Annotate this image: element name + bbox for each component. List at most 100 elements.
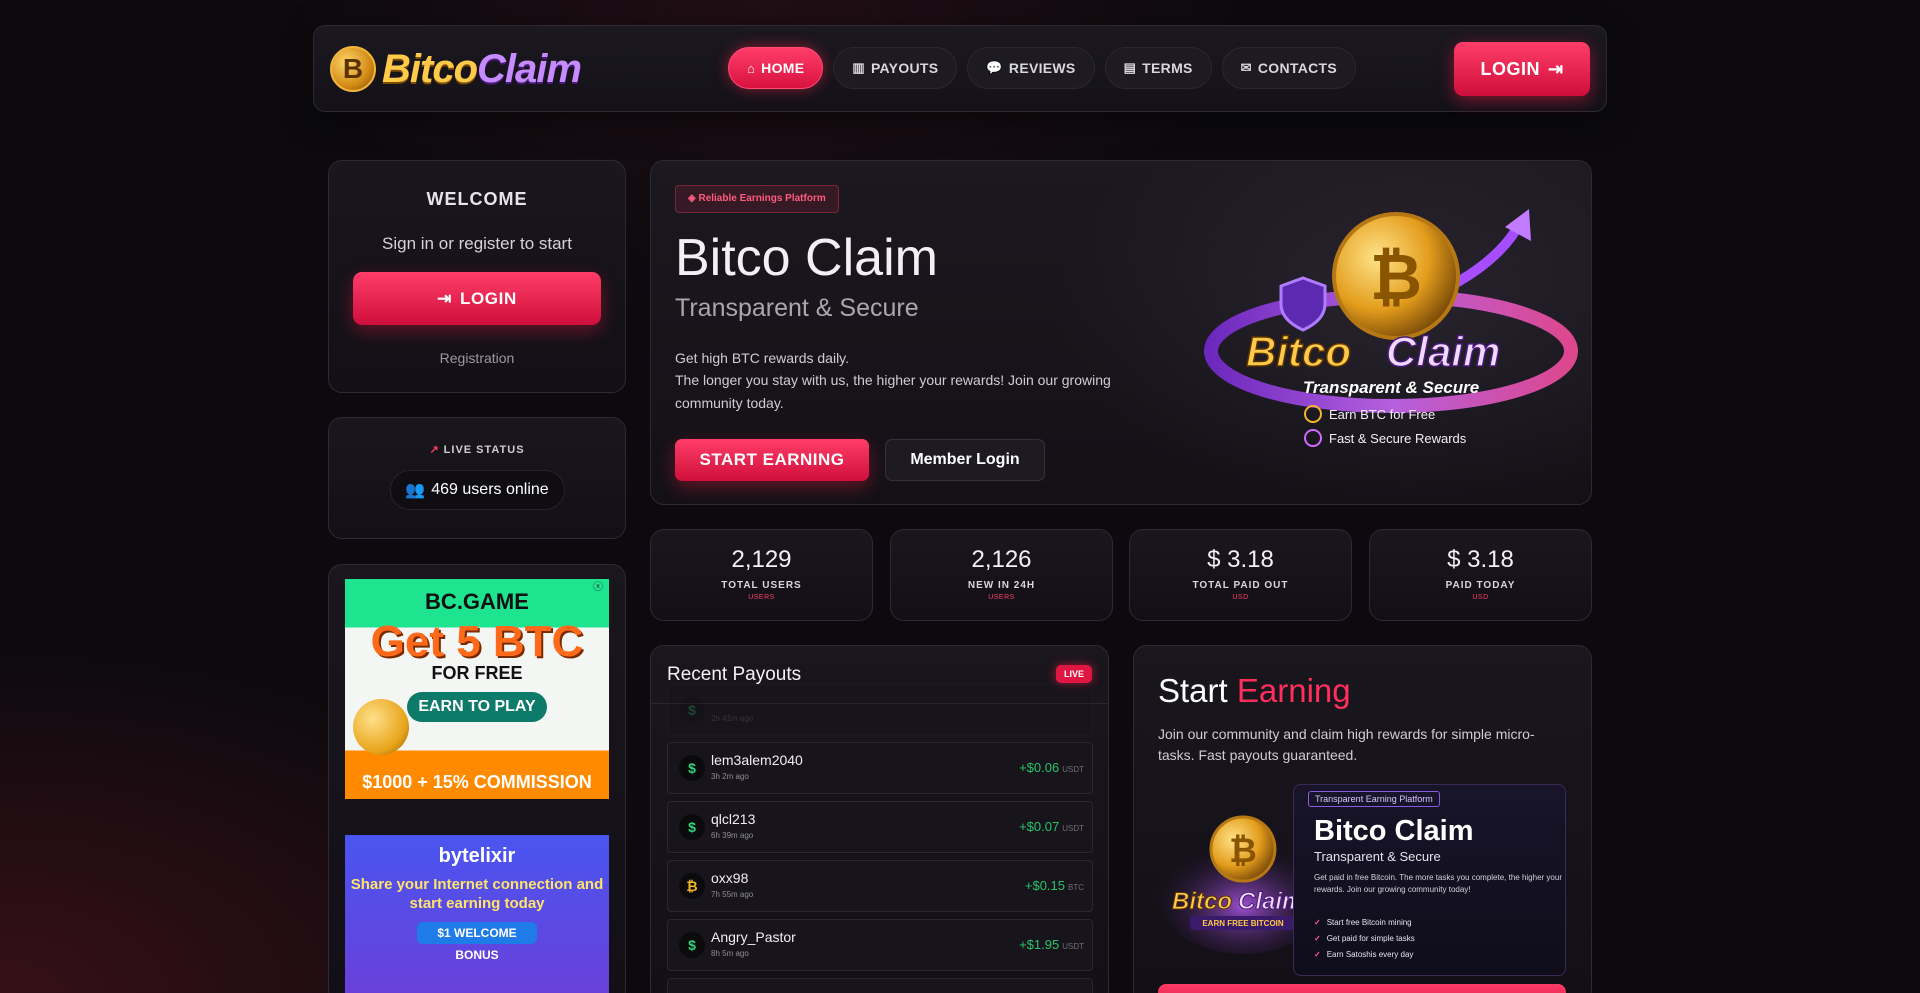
art-tagline: Transparent & Secure (1303, 378, 1479, 397)
stat-unit: USD (1232, 594, 1249, 601)
payout-time: 3h 2m ago (711, 772, 749, 781)
recent-payouts-card: Recent Payouts LIVE $ 2h 41m ago $ lem3a… (650, 645, 1109, 993)
dollar-icon: $ (679, 932, 705, 958)
nav-label: TERMS (1142, 60, 1193, 76)
platform-badge: ◈ Reliable Earnings Platform (675, 185, 839, 213)
users-online-text: 469 users online (431, 481, 549, 498)
live-badge: LIVE (1055, 665, 1092, 683)
ad-headline: Get 5 BTC (370, 617, 584, 666)
svg-text:₿: ₿ (1229, 832, 1257, 870)
bitcoin-coin-icon (353, 699, 409, 755)
art-title-claim: Claim (1386, 328, 1500, 375)
ad-brand: bytelixir (438, 845, 516, 867)
art-title-bitco: Bitco (1246, 328, 1351, 375)
nav-contacts[interactable]: ✉ CONTACTS (1221, 47, 1357, 89)
member-login-button[interactable]: Member Login (885, 439, 1045, 481)
promo-box: Transparent Earning Platform Bitco Claim… (1293, 784, 1566, 976)
payout-row: ₿ oxx98 7h 55m ago +$0.15 BTC (667, 860, 1093, 912)
stat-label: PAID TODAY (1445, 580, 1516, 591)
welcome-title: WELCOME (426, 189, 528, 209)
ad-footer: $1000 + 15% COMMISSION (362, 772, 592, 792)
ads-card: ⓧ BC.GAME Get 5 BTC FOR FREE EARN TO PLA… (328, 564, 626, 993)
svg-text:₿: ₿ (1370, 241, 1422, 313)
shield-icon: ◈ (688, 193, 699, 204)
start-earning-button[interactable]: START EARNING (675, 439, 869, 481)
nav-label: PAYOUTS (870, 60, 939, 76)
stat-paid-today: $ 3.18 PAID TODAY USD (1369, 529, 1592, 621)
payout-time: 8h 5m ago (711, 949, 749, 958)
payout-amount: +$1.95 USDT (1019, 937, 1084, 952)
promo-checklist: Start free Bitcoin mining Get paid for s… (1314, 915, 1415, 963)
ad-cta[interactable]: EARN TO PLAY (407, 691, 547, 722)
ad-brand: BC.GAME (425, 589, 529, 614)
payout-row: $ qlcl213 6h 39m ago +$0.07 USDT (667, 801, 1093, 853)
stat-new-24h: 2,126 NEW IN 24H USERS (890, 529, 1113, 621)
stat-unit: USD (1472, 594, 1489, 601)
hero-description: Get high BTC rewards daily. The longer yo… (675, 350, 1111, 411)
live-status-label: ↗ LIVE STATUS (429, 444, 525, 456)
ad-banner-bcgame[interactable]: ⓧ BC.GAME Get 5 BTC FOR FREE EARN TO PLA… (345, 579, 609, 799)
payout-time: 7h 55m ago (711, 890, 754, 899)
hero-illustration: ₿ Bitco Claim Transparent & Secure Earn … (1204, 209, 1578, 447)
stat-total-paid-out: $ 3.18 TOTAL PAID OUT USD (1129, 529, 1352, 621)
payout-row: $ Angry_Pastor 8h 5m ago +$1.95 USDT (667, 919, 1093, 971)
nav-label: CONTACTS (1257, 60, 1338, 76)
hero-title: Bitco Claim (675, 229, 938, 287)
stat-unit: USERS (748, 594, 775, 601)
nav-terms[interactable]: ▤ TERMS (1104, 47, 1212, 89)
hero-subtitle: Transparent & Secure (675, 294, 919, 322)
payouts-title: Recent Payouts (667, 664, 802, 685)
stat-label: TOTAL PAID OUT (1192, 580, 1289, 591)
nav-reviews[interactable]: 💬 REVIEWS (967, 47, 1095, 89)
payout-row (667, 978, 1093, 993)
ad-headline: Share your Internet connection and start… (350, 876, 604, 912)
start-earning-card: Start Earning Join our community and cla… (1133, 645, 1592, 993)
payout-amount: +$0.15 BTC (1024, 878, 1084, 893)
art-bullet-fast: Fast & Secure Rewards (1329, 431, 1467, 446)
stat-label: NEW IN 24H (967, 580, 1036, 591)
users-online-pill: 👥 469 users online (389, 470, 565, 510)
promo-logo-bitco: Bitco (1172, 888, 1232, 915)
hero-card: ◈ Reliable Earnings Platform Bitco Claim… (650, 160, 1592, 505)
logo-text-bitco: Bitco (382, 46, 478, 91)
promo-logo-sub: EARN FREE BITCOIN (1202, 919, 1284, 928)
login-label: LOGIN (1480, 58, 1540, 79)
stat-total-users: 2,129 TOTAL USERS USERS (650, 529, 873, 621)
sign-in-icon: ⇥ (1547, 58, 1564, 79)
stat-label: TOTAL USERS (721, 580, 802, 591)
bar-chart-icon: ▥ (852, 60, 865, 75)
payout-username: Angry_Pastor (711, 929, 796, 945)
nav-home[interactable]: ⌂ HOME (728, 47, 824, 89)
nav-payouts[interactable]: ▥ PAYOUTS (833, 47, 958, 89)
stat-value: $ 3.18 (1207, 546, 1274, 573)
promo-item: Earn Satoshis every day (1314, 947, 1415, 963)
file-icon: ▤ (1123, 60, 1137, 75)
nav-label: HOME (761, 60, 805, 76)
envelope-icon: ✉ (1240, 60, 1252, 75)
earning-description: Join our community and claim high reward… (1158, 726, 1535, 763)
payout-time: 6h 39m ago (711, 831, 754, 840)
users-icon: 👥 (405, 482, 426, 499)
stat-value: 2,126 (971, 546, 1032, 573)
promo-description: Get paid in free Bitcoin. The more tasks… (1314, 873, 1562, 894)
bitcoin-icon: ₿ (679, 873, 705, 899)
login-label: LOGIN (460, 288, 517, 308)
header-login-button[interactable]: LOGIN ⇥ (1454, 42, 1590, 96)
home-icon: ⌂ (747, 60, 756, 76)
site-logo[interactable]: B Bitco Claim (330, 46, 582, 92)
welcome-card: WELCOME Sign in or register to start ⇥ L… (328, 160, 626, 393)
logo-text-claim: Claim (477, 46, 582, 91)
promo-item: Start free Bitcoin mining (1314, 915, 1415, 931)
registration-link[interactable]: Registration (329, 350, 625, 366)
dollar-icon: $ (679, 697, 705, 723)
promo-subtitle: Transparent & Secure (1314, 849, 1441, 864)
dollar-icon: $ (679, 814, 705, 840)
logo-wordmark: Bitco Claim (382, 46, 582, 92)
earning-cta-button[interactable] (1158, 984, 1566, 993)
stat-unit: USERS (988, 594, 1015, 601)
sidebar-login-button[interactable]: ⇥ LOGIN (353, 272, 601, 325)
ad-choices-icon[interactable]: ⓧ (591, 581, 605, 595)
promo-tag: Transparent Earning Platform (1308, 791, 1440, 807)
payout-amount: +$0.06 USDT (1019, 760, 1084, 775)
ad-banner-bytelixir[interactable]: bytelixir Share your Internet connection… (345, 835, 609, 993)
